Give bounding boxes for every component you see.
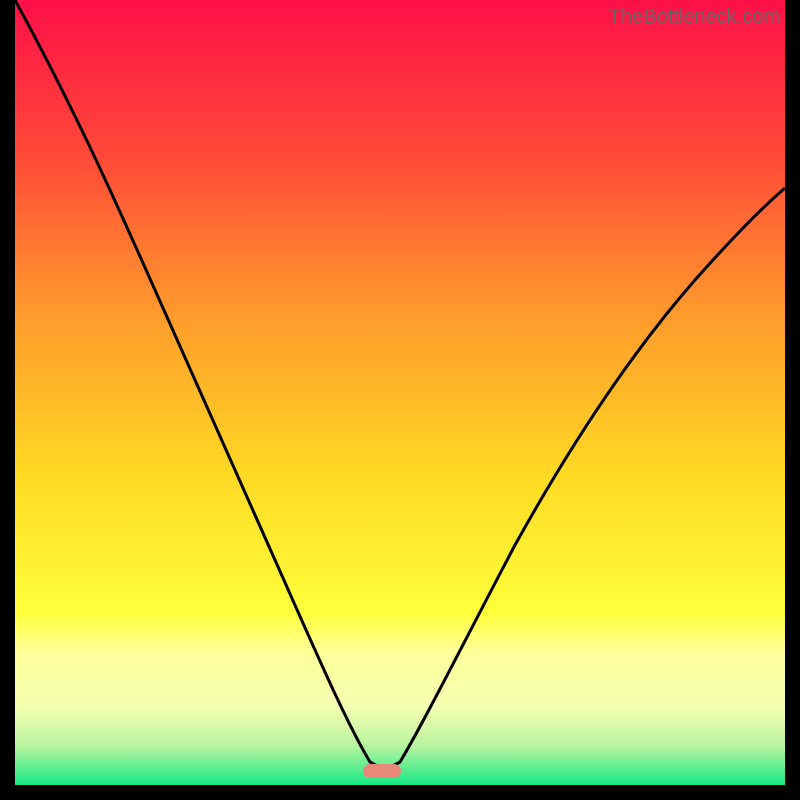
bottleneck-curve — [15, 0, 785, 785]
optimal-marker — [363, 764, 401, 778]
watermark-text: TheBottleneck.com — [609, 6, 780, 29]
bottleneck-chart — [15, 0, 785, 785]
